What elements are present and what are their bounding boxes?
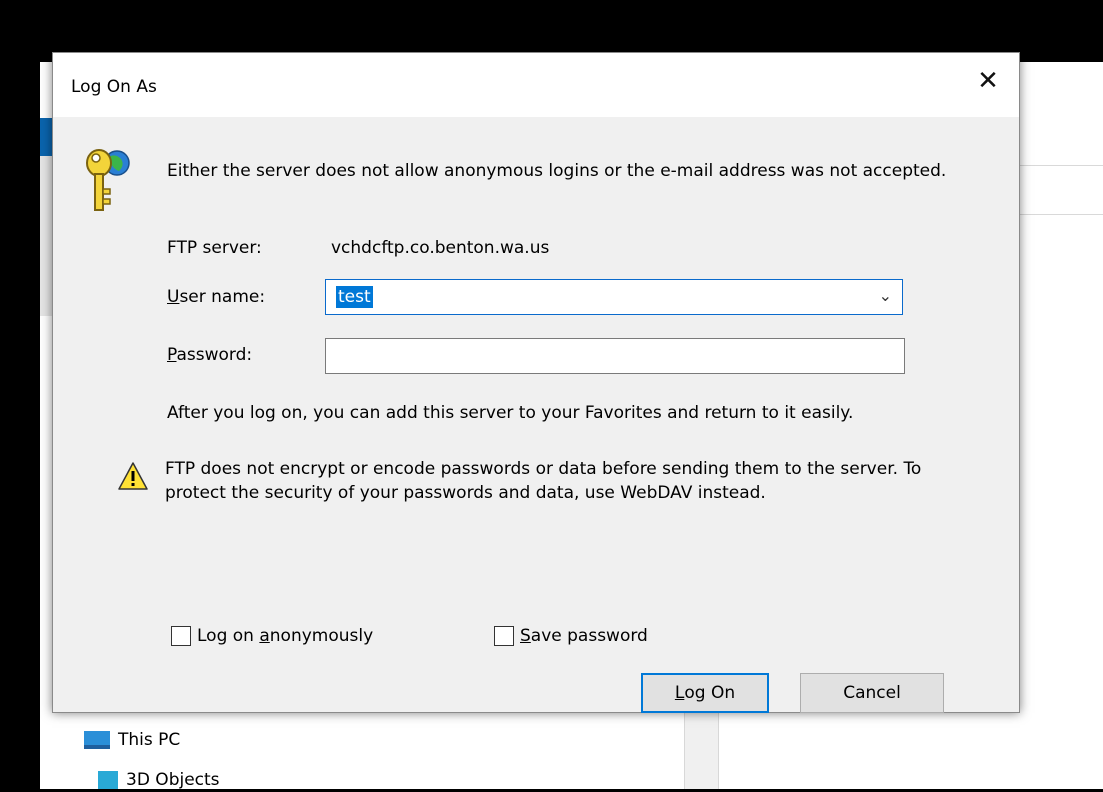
explorer-scrollbar[interactable] (684, 700, 719, 789)
close-button[interactable]: ✕ (957, 53, 1019, 109)
close-icon: ✕ (977, 66, 999, 96)
explorer-header-line (1018, 214, 1103, 215)
checkbox-label: Save password (520, 626, 648, 646)
tree-item-label: 3D Objects (126, 770, 220, 790)
tree-item-3d-objects[interactable]: 3D Objects (84, 768, 220, 792)
ftp-server-label: FTP server: (167, 238, 262, 258)
security-warning-text: FTP does not encrypt or encode passwords… (165, 459, 922, 503)
tree-item-this-pc[interactable]: This PC (84, 728, 180, 752)
tree-item-label: This PC (118, 730, 181, 750)
cube-icon (98, 771, 118, 789)
error-message: Either the server does not allow anonymo… (167, 161, 947, 181)
ftp-server-value: vchdcftp.co.benton.wa.us (331, 238, 550, 258)
password-label: Password: (167, 345, 253, 365)
save-password-checkbox[interactable]: Save password (494, 626, 648, 646)
username-value[interactable]: test (336, 286, 373, 308)
checkbox-box[interactable] (494, 626, 514, 646)
favorites-info-text: After you log on, you can add this serve… (167, 403, 854, 423)
checkbox-box[interactable] (171, 626, 191, 646)
password-input[interactable] (325, 338, 905, 374)
computer-icon (84, 731, 110, 749)
username-label: User name: (167, 287, 266, 307)
username-combobox[interactable]: test ⌄ (325, 279, 903, 315)
dialog-title: Log On As (71, 77, 157, 97)
log-on-button[interactable]: Log On (641, 673, 769, 713)
warning-icon (118, 462, 148, 490)
checkbox-label: Log on anonymously (197, 626, 374, 646)
chevron-down-icon[interactable]: ⌄ (879, 286, 892, 305)
key-globe-icon (86, 149, 130, 211)
explorer-header-line (1018, 165, 1103, 166)
dialog-titlebar: Log On As ✕ (53, 53, 1019, 117)
log-on-as-dialog: Log On As ✕ Either the server does not a… (52, 52, 1020, 713)
cancel-button[interactable]: Cancel (800, 673, 944, 713)
log-on-anonymously-checkbox[interactable]: Log on anonymously (171, 626, 373, 646)
